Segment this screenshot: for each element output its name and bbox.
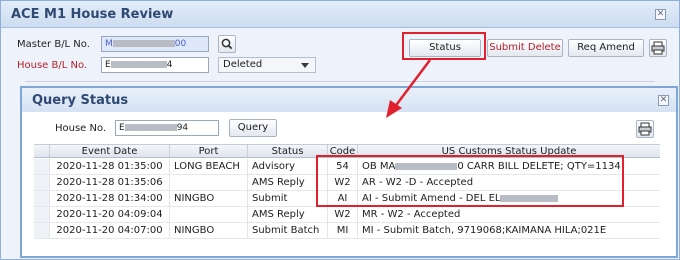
port-cell: NINGBO: [170, 191, 248, 206]
window-title: ACE M1 House Review: [11, 7, 174, 22]
event-date-cell: 2020-11-28 01:34:00: [50, 191, 170, 206]
dropdown-arrow-icon: [301, 63, 309, 68]
close-icon[interactable]: ✕: [655, 9, 666, 20]
status-select[interactable]: Deleted: [218, 57, 316, 73]
redaction-mask: [110, 61, 167, 68]
status-update-cell: MR - W2 - Accepted: [362, 209, 461, 220]
table-row[interactable]: 2020-11-20 04:07:00 NINGBO Submit Batch …: [34, 223, 660, 239]
port-cell: [170, 207, 248, 222]
status-update-cell: MI - Submit Batch, 9719068;KAIMANA HILA;…: [362, 225, 607, 236]
master-bl-field[interactable]: M 00: [101, 36, 209, 52]
house-no-field[interactable]: E 94: [115, 120, 219, 136]
row-selector-header: [34, 145, 50, 157]
row-selector[interactable]: [34, 175, 50, 190]
column-header[interactable]: Port: [170, 145, 248, 157]
house-no-label: House No.: [55, 123, 107, 134]
redaction-mask: [112, 40, 175, 47]
print-button[interactable]: [649, 39, 667, 57]
req-amend-button[interactable]: Req Amend: [568, 39, 644, 57]
annotation-arrow: [386, 59, 431, 118]
print-button[interactable]: [636, 120, 654, 138]
redaction-mask: [124, 124, 177, 131]
printer-icon: [638, 122, 652, 136]
search-icon: [221, 38, 233, 50]
house-bl-field[interactable]: E4: [101, 57, 209, 73]
event-date-cell: 2020-11-20 04:07:00: [50, 223, 170, 238]
annotation-box-updates: [316, 155, 624, 207]
query-button[interactable]: Query: [229, 119, 277, 137]
submit-delete-button[interactable]: Submit Delete: [487, 39, 563, 57]
query-title: Query Status: [32, 93, 129, 108]
event-date-cell: 2020-11-28 01:35:00: [50, 159, 170, 174]
port-cell: [170, 175, 248, 190]
row-selector[interactable]: [34, 223, 50, 238]
master-bl-label: Master B/L No.: [17, 39, 90, 50]
close-icon[interactable]: ✕: [658, 95, 669, 106]
status-cell: Submit Batch: [248, 223, 328, 238]
search-button[interactable]: [218, 35, 236, 53]
window-title-bar: ACE M1 House Review ✕: [1, 1, 679, 28]
query-title-bar: Query Status ✕: [22, 88, 676, 112]
event-date-cell: 2020-11-20 04:09:04: [50, 207, 170, 222]
column-header[interactable]: Event Date: [50, 145, 170, 157]
event-date-cell: 2020-11-28 01:35:06: [50, 175, 170, 190]
code-cell: MI: [328, 223, 358, 238]
row-selector[interactable]: [34, 191, 50, 206]
port-cell: NINGBO: [170, 223, 248, 238]
port-cell: LONG BEACH: [170, 159, 248, 174]
row-selector[interactable]: [34, 207, 50, 222]
house-bl-label: House B/L No.: [17, 60, 88, 71]
status-cell: AMS Reply: [248, 207, 328, 222]
code-cell: W2: [328, 207, 358, 222]
table-row[interactable]: 2020-11-20 04:09:04 AMS Reply W2 MR - W2…: [34, 207, 660, 223]
row-selector[interactable]: [34, 159, 50, 174]
printer-icon: [651, 41, 665, 55]
